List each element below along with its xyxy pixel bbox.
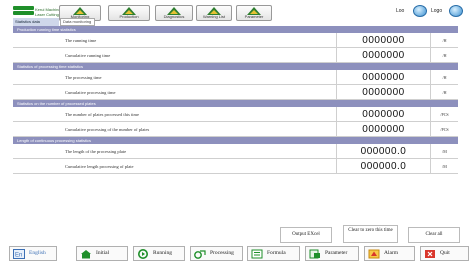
row-name: The number of plates processed this time	[65, 112, 139, 117]
nav-formula-button[interactable]: Formula	[247, 246, 300, 261]
home-icon	[81, 250, 91, 259]
alarm-icon	[368, 249, 380, 259]
processing-icon	[194, 250, 206, 259]
logout-icon[interactable]	[449, 5, 463, 17]
nav-label: Processing	[210, 250, 234, 256]
tab-statistics-data[interactable]: Statistics data	[13, 18, 59, 26]
nav-parameter-button[interactable]: Parameter	[305, 246, 359, 261]
row-value: 000000.0	[336, 144, 430, 159]
logout-label[interactable]: Logo	[431, 8, 442, 14]
row-value: 0000000	[336, 122, 430, 137]
nav-english-button[interactable]: En English	[9, 246, 57, 261]
toolbar-warning-list-button[interactable]: Warning List	[196, 5, 232, 21]
row-value: 0000000	[336, 70, 430, 85]
nav-label: Formula	[267, 250, 286, 256]
triangle-icon	[247, 7, 261, 15]
row-name: Cumulative processing of the number of p…	[65, 127, 150, 132]
row-value: 0000000	[336, 107, 430, 122]
row-unit: /M	[430, 144, 458, 159]
row-value: 0000000	[336, 33, 430, 48]
triangle-icon	[73, 7, 87, 15]
row-name: Cumulative running time	[65, 53, 111, 58]
clear-all-button[interactable]: Clear all	[408, 227, 460, 243]
toolbar-label: Diagnostics	[163, 15, 185, 19]
triangle-icon	[167, 7, 181, 15]
section-header-processing-length: Length of continuous processing statisti…	[13, 137, 458, 144]
row-unit: /H	[430, 48, 458, 63]
toolbar-label: Parameter	[244, 15, 264, 19]
row-unit: /H	[430, 70, 458, 85]
nav-processing-button[interactable]: Processing	[190, 246, 243, 261]
quit-icon	[425, 250, 435, 258]
user-icon[interactable]	[413, 5, 427, 17]
table-row: Cumulative processing time 0000000 /H	[13, 85, 458, 100]
table-row: The number of plates processed this time…	[13, 107, 458, 122]
row-unit: /M	[430, 159, 458, 174]
section-header-processing-time: Statistics of processing time statistics	[13, 63, 458, 70]
toolbar-parameter-button[interactable]: Parameter	[236, 5, 272, 21]
table-row: Cumulative processing of the number of p…	[13, 122, 458, 137]
statistics-table: Production running time statistics The r…	[13, 26, 458, 174]
table-row: Cumulative length processing of plate 00…	[13, 159, 458, 174]
nav-label: Running	[153, 250, 172, 256]
nav-alarm-button[interactable]: Alarm	[364, 246, 415, 261]
table-row: The length of the processing plate 00000…	[13, 144, 458, 159]
row-value: 0000000	[336, 85, 430, 100]
svg-text:En: En	[15, 253, 22, 259]
running-icon	[138, 249, 148, 259]
section-header-plate-count: Statistics on the number of processed pl…	[13, 100, 458, 107]
table-row: The running time 0000000 /H	[13, 33, 458, 48]
toolbar-production-button[interactable]: Production	[108, 5, 150, 21]
toolbar-label: Production	[119, 15, 139, 19]
toolbar-diagnostics-button[interactable]: Diagnostics	[155, 5, 193, 21]
table-row: Cumulative running time 0000000 /H	[13, 48, 458, 63]
nav-quit-button[interactable]: Quit	[420, 246, 469, 261]
formula-icon	[251, 249, 263, 259]
nav-label: Parameter	[325, 250, 348, 256]
row-value: 0000000	[336, 48, 430, 63]
nav-initial-button[interactable]: Initial	[76, 246, 128, 261]
row-name: Cumulative length processing of plate	[65, 164, 134, 169]
nav-label: Alarm	[384, 250, 399, 256]
toolbar-label: Warning List	[202, 15, 226, 19]
row-name: The processing time	[65, 75, 102, 80]
language-icon: En	[13, 249, 25, 259]
row-name: The running time	[65, 38, 97, 43]
triangle-icon	[207, 7, 221, 15]
table-row: The processing time 0000000 /H	[13, 70, 458, 85]
output-excel-button[interactable]: Output EXcel	[280, 227, 332, 243]
user-label: Loo	[396, 8, 405, 14]
row-unit: /PCS	[430, 122, 458, 137]
nav-label: English	[29, 250, 46, 256]
nav-label: Quit	[440, 250, 450, 256]
row-name: The length of the processing plate	[65, 149, 127, 154]
row-unit: /H	[430, 85, 458, 100]
row-unit: /PCS	[430, 107, 458, 122]
triangle-icon	[122, 7, 136, 15]
nav-running-button[interactable]: Running	[133, 246, 185, 261]
section-header-running-time: Production running time statistics	[13, 26, 458, 33]
nav-label: Initial	[96, 250, 110, 256]
tab-data-monitoring[interactable]: Data monitoring	[60, 18, 95, 26]
row-unit: /H	[430, 33, 458, 48]
clear-this-time-button[interactable]: Clear to zero this time	[343, 225, 398, 243]
row-value: 000000.0	[336, 159, 430, 174]
row-name: Cumulative processing time	[65, 90, 116, 95]
parameter-icon	[309, 249, 320, 259]
